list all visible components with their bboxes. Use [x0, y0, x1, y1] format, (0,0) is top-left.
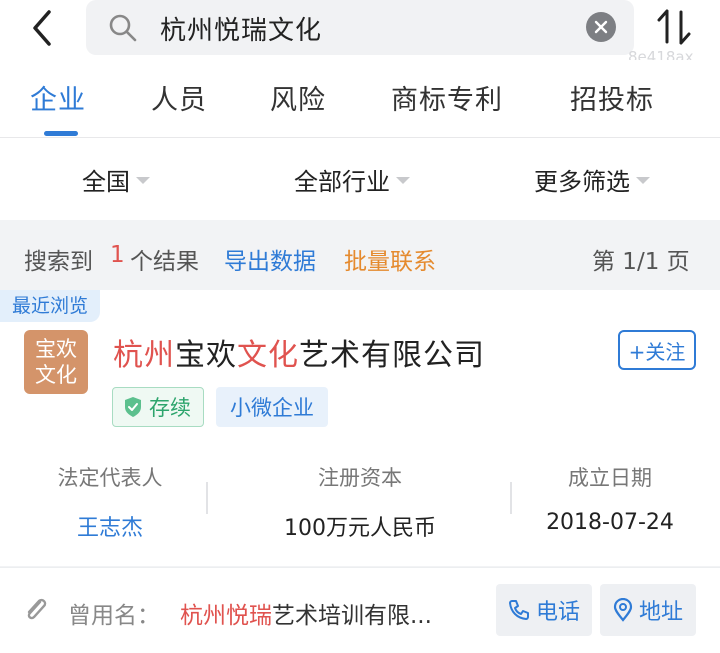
active-tab-indicator [44, 131, 78, 136]
result-count: 1 [110, 242, 125, 268]
back-button[interactable] [22, 8, 62, 48]
company-name-match: 文化 [237, 338, 299, 373]
legal-rep-value[interactable]: 王志杰 [5, 510, 215, 542]
filter-industry[interactable]: 全部行业 [294, 162, 410, 197]
search-icon [109, 14, 137, 42]
phone-label: 电话 [535, 600, 580, 625]
filter-region-label: 全国 [82, 168, 130, 196]
former-name-match: 杭州悦瑞 [180, 603, 272, 629]
search-box[interactable]: 杭州悦瑞文化 [86, 0, 634, 55]
address-button[interactable]: 地址 [600, 584, 696, 636]
result-count-suffix: 个结果 [130, 249, 199, 275]
chevron-left-icon [33, 10, 51, 46]
caret-down-icon [396, 177, 410, 184]
caret-down-icon [136, 177, 150, 184]
top-bar: 杭州悦瑞文化 [0, 0, 720, 60]
founded-label: 成立日期 [568, 466, 652, 490]
company-size-badge: 小微企业 [216, 387, 328, 427]
capital-value: 100万元人民币 [284, 516, 436, 541]
legal-representative: 法定代表人 王志杰 [5, 462, 215, 542]
filter-more[interactable]: 更多筛选 [534, 162, 650, 197]
company-name-part: 艺术有限公司 [299, 338, 485, 373]
filter-region[interactable]: 全国 [82, 162, 150, 197]
result-summary-bar: 搜索到 1 个结果 导出数据 批量联系 第 1/1 页 [0, 220, 720, 290]
follow-button[interactable]: +关注 [618, 330, 696, 370]
search-input[interactable]: 杭州悦瑞文化 [160, 10, 322, 47]
tab-bidding[interactable]: 招投标 [570, 78, 654, 117]
category-tabs: 企业 人员 风险 商标专利 招投标 [0, 60, 720, 138]
company-name-part: 宝欢 [175, 338, 237, 373]
status-label: 存续 [149, 396, 191, 420]
page-indicator: 第 1/1 页 [592, 249, 690, 275]
founded-value: 2018-07-24 [546, 510, 674, 535]
divider [206, 482, 208, 514]
filter-bar: 全国 全部行业 更多筛选 [0, 138, 720, 220]
batch-contact-link[interactable]: 批量联系 [344, 242, 436, 276]
company-name-match: 杭州 [113, 338, 175, 373]
phone-button[interactable]: 电话 [496, 584, 592, 636]
tab-people[interactable]: 人员 [151, 78, 207, 117]
capital-label: 注册资本 [318, 466, 402, 490]
company-name[interactable]: 杭州宝欢文化艺术有限公司 [113, 330, 485, 374]
filter-industry-label: 全部行业 [294, 168, 390, 196]
founded-date: 成立日期 2018-07-24 [505, 462, 715, 535]
logo-line-1: 宝欢 [35, 337, 77, 361]
caret-down-icon [636, 177, 650, 184]
tab-enterprise[interactable]: 企业 [30, 78, 86, 117]
export-data-link[interactable]: 导出数据 [224, 242, 316, 276]
close-icon [594, 20, 608, 34]
address-label: 地址 [638, 600, 683, 625]
shield-check-icon [125, 397, 141, 417]
sort-arrows-icon [657, 9, 691, 45]
former-name-rest: 艺术培训有限... [272, 603, 432, 629]
recently-viewed-badge: 最近浏览 [0, 290, 101, 322]
tab-trademark-patent[interactable]: 商标专利 [391, 78, 503, 117]
logo-line-2: 文化 [35, 363, 77, 387]
location-pin-icon [613, 598, 633, 622]
tab-risk[interactable]: 风险 [270, 78, 326, 117]
legal-rep-label: 法定代表人 [57, 466, 163, 490]
former-name-label: 曾用名： [68, 603, 160, 629]
company-logo: 宝欢 文化 [24, 330, 88, 394]
filter-more-label: 更多筛选 [534, 168, 630, 196]
sort-button[interactable] [652, 6, 698, 48]
company-card[interactable]: 最近浏览 宝欢 文化 杭州宝欢文化艺术有限公司 +关注 存续 小微企业 法定代表… [0, 290, 720, 566]
phone-icon [508, 600, 529, 620]
former-name-row: 曾用名： 杭州悦瑞艺术培训有限... 电话 地址 [0, 567, 720, 653]
paperclip-icon [27, 598, 47, 620]
former-name-value: 杭州悦瑞艺术培训有限... [180, 596, 432, 630]
result-count-prefix: 搜索到 [24, 249, 93, 275]
clear-search-button[interactable] [586, 12, 616, 42]
status-badge: 存续 [112, 387, 204, 427]
registered-capital: 注册资本 100万元人民币 [255, 462, 465, 542]
